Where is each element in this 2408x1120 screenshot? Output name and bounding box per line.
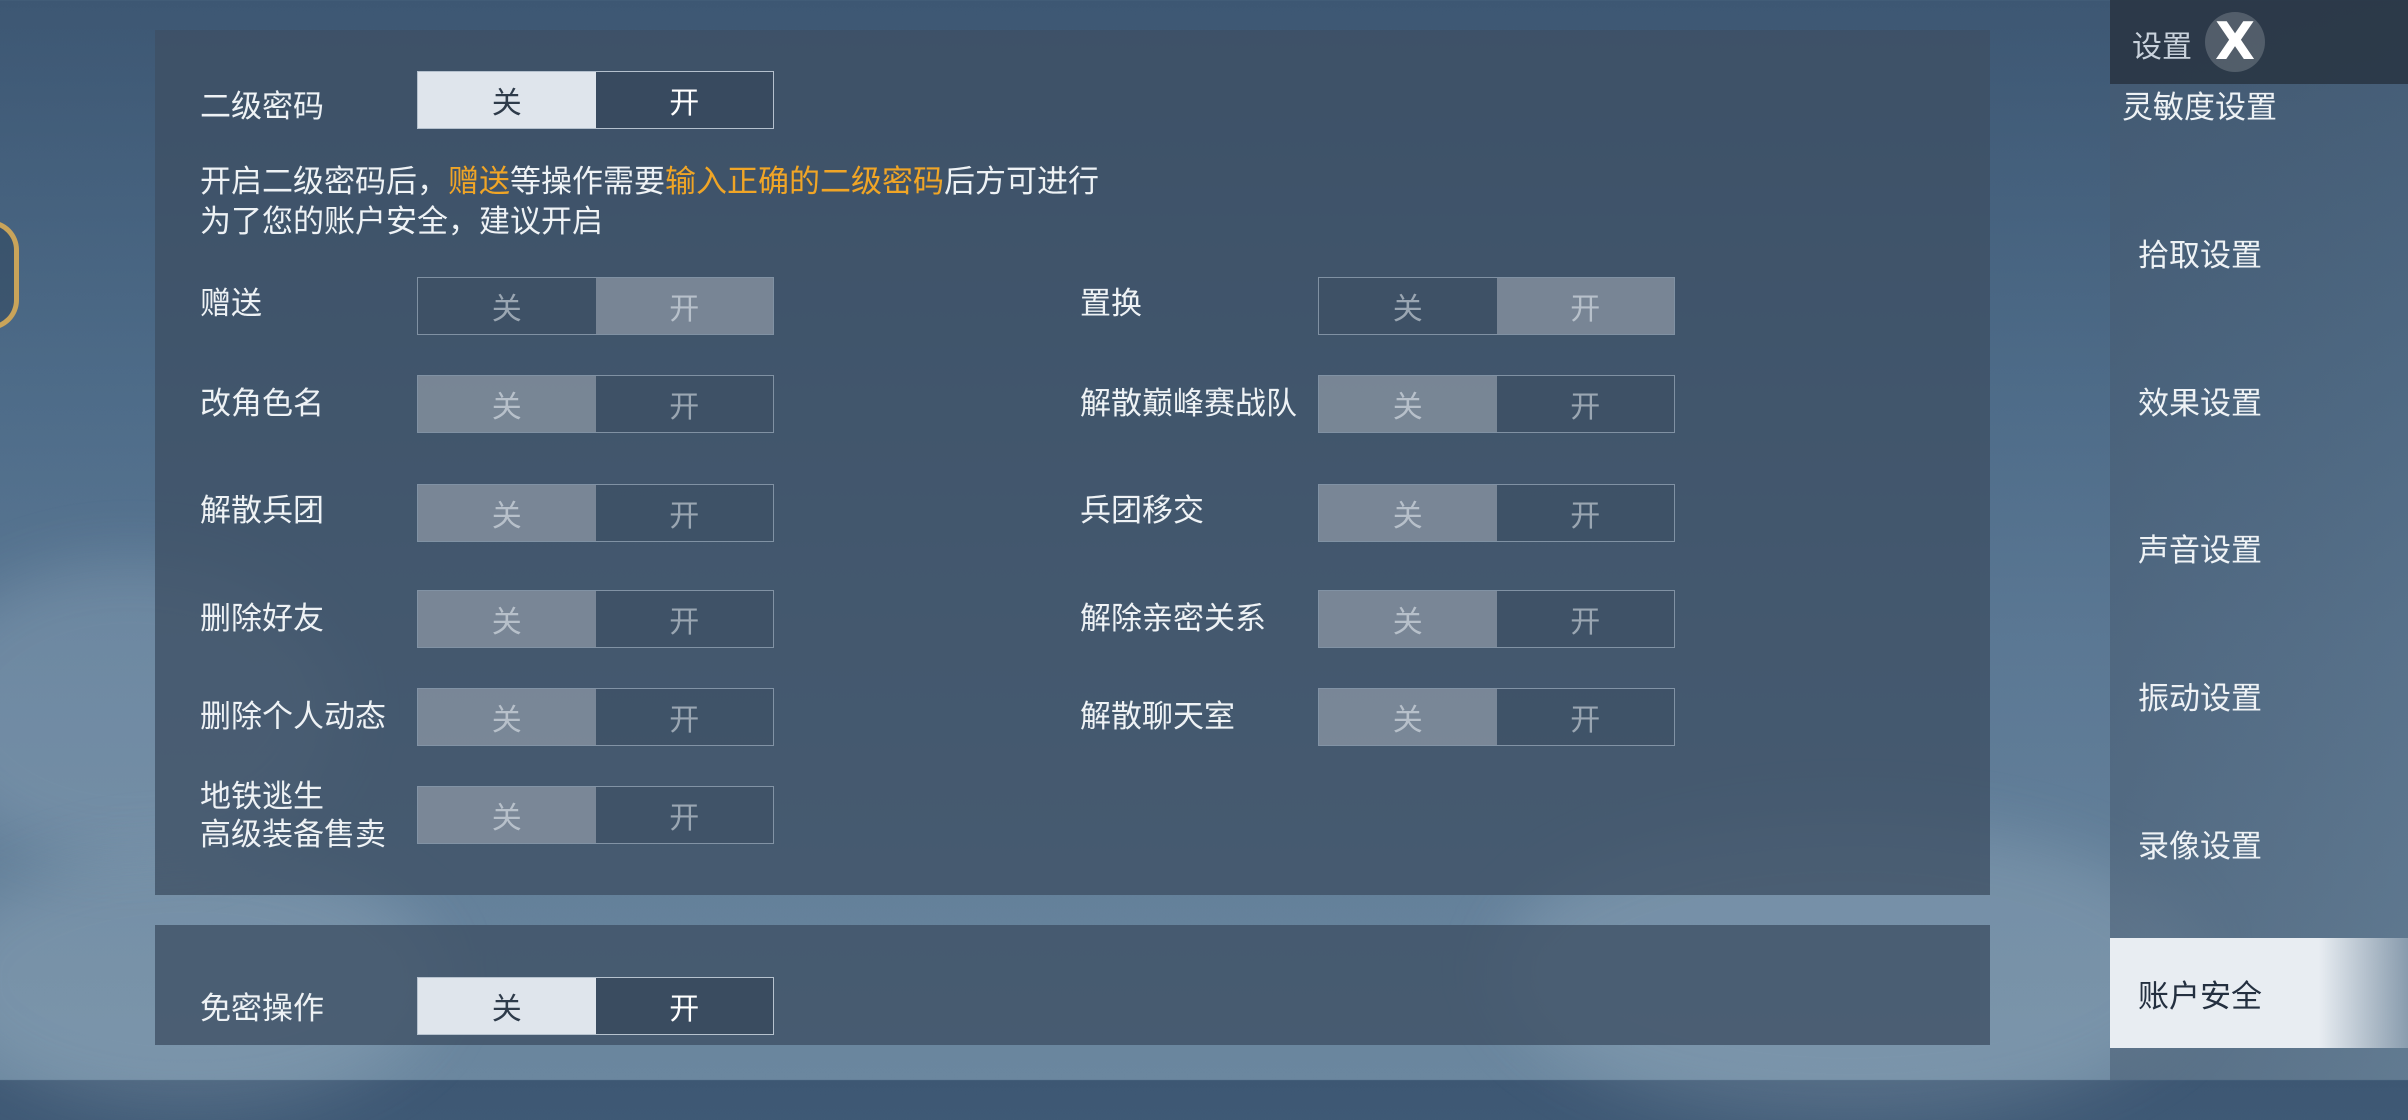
secondary-password-label: 二级密码 [200, 89, 324, 125]
toggle-off-option[interactable]: 关 [1319, 689, 1497, 745]
security-settings-panel [155, 30, 1990, 895]
toggle-on-option[interactable]: 开 [595, 376, 773, 432]
option-label-transfer-legion: 兵团移交 [1080, 493, 1204, 529]
option-toggle-disband-team[interactable]: 关 开 [1318, 375, 1675, 433]
toggle-on-option[interactable]: 开 [1496, 278, 1674, 334]
option-label-gift: 赠送 [200, 286, 262, 322]
sidebar-item-label: 账户安全 [2138, 978, 2262, 1015]
toggle-off-option[interactable]: 关 [418, 978, 596, 1034]
password-free-toggle[interactable]: 关 开 [417, 977, 774, 1035]
option-label-disband-team: 解散巅峰赛战队 [1080, 386, 1297, 422]
toggle-on-option[interactable]: 开 [595, 978, 773, 1034]
option-label-metro-sale: 地铁逃生 高级装备售卖 [200, 779, 386, 853]
option-toggle-disband-chatroom[interactable]: 关 开 [1318, 688, 1675, 746]
password-free-label: 免密操作 [200, 991, 324, 1027]
sidebar-item-label: 拾取设置 [2138, 237, 2262, 274]
toggle-on-option[interactable]: 开 [595, 485, 773, 541]
toggle-off-option[interactable]: 关 [1319, 376, 1497, 432]
toggle-on-option[interactable]: 开 [595, 278, 773, 334]
option-toggle-rename[interactable]: 关 开 [417, 375, 774, 433]
toggle-off-option[interactable]: 关 [418, 278, 596, 334]
sidebar-item-account-security[interactable]: 账户安全 [2110, 938, 2408, 1048]
option-label-exchange: 置换 [1080, 286, 1142, 322]
toggle-on-option[interactable]: 开 [595, 72, 773, 128]
toggle-off-option[interactable]: 关 [418, 485, 596, 541]
option-toggle-disband-legion[interactable]: 关 开 [417, 484, 774, 542]
option-toggle-gift[interactable]: 关 开 [417, 277, 774, 335]
toggle-on-option[interactable]: 开 [1496, 591, 1674, 647]
toggle-on-option[interactable]: 开 [1496, 376, 1674, 432]
sidebar-item-pickup[interactable]: 拾取设置 [2110, 197, 2408, 307]
sidebar-item-sound[interactable]: 声音设置 [2110, 492, 2408, 602]
toggle-off-option[interactable]: 关 [1319, 278, 1497, 334]
toggle-off-option[interactable]: 关 [1319, 591, 1497, 647]
toggle-on-option[interactable]: 开 [595, 787, 773, 843]
sidebar-item-vibration[interactable]: 振动设置 [2110, 640, 2408, 750]
toggle-off-option[interactable]: 关 [418, 591, 596, 647]
sidebar-item-label: 振动设置 [2138, 680, 2262, 717]
sidebar-item-effects[interactable]: 效果设置 [2110, 345, 2408, 455]
option-toggle-metro-sale[interactable]: 关 开 [417, 786, 774, 844]
secondary-password-toggle[interactable]: 关 开 [417, 71, 774, 129]
sidebar-item-label: 效果设置 [2138, 385, 2262, 422]
toggle-off-option[interactable]: 关 [418, 376, 596, 432]
toggle-off-option[interactable]: 关 [418, 787, 596, 843]
option-toggle-transfer-legion[interactable]: 关 开 [1318, 484, 1675, 542]
emblem-icon [0, 220, 19, 330]
sidebar-item-label: 声音设置 [2138, 532, 2262, 569]
option-label-disband-legion: 解散兵团 [200, 493, 324, 529]
option-label-remove-intimacy: 解除亲密关系 [1080, 601, 1266, 637]
toggle-off-option[interactable]: 关 [418, 689, 596, 745]
option-toggle-delete-friend[interactable]: 关 开 [417, 590, 774, 648]
sidebar-item-recording[interactable]: 录像设置 [2110, 788, 2408, 898]
toggle-off-option[interactable]: 关 [418, 72, 596, 128]
option-label-disband-chatroom: 解散聊天室 [1080, 699, 1235, 735]
option-label-delete-friend: 删除好友 [200, 601, 324, 637]
option-label-delete-post: 删除个人动态 [200, 699, 386, 735]
toggle-off-option[interactable]: 关 [1319, 485, 1497, 541]
secondary-password-description: 开启二级密码后，赠送等操作需要输入正确的二级密码后方可进行 为了您的账户安全，建… [200, 164, 1099, 240]
toggle-on-option[interactable]: 开 [595, 689, 773, 745]
sidebar-item-label: 录像设置 [2138, 828, 2262, 865]
toggle-on-option[interactable]: 开 [1496, 689, 1674, 745]
toggle-on-option[interactable]: 开 [595, 591, 773, 647]
sidebar-item-label: 灵敏度设置 [2122, 90, 2277, 126]
sidebar-item-sensitivity[interactable]: 灵敏度设置 [2110, 52, 2408, 160]
option-label-rename: 改角色名 [200, 386, 324, 422]
option-toggle-remove-intimacy[interactable]: 关 开 [1318, 590, 1675, 648]
option-toggle-exchange[interactable]: 关 开 [1318, 277, 1675, 335]
toggle-on-option[interactable]: 开 [1496, 485, 1674, 541]
option-toggle-delete-post[interactable]: 关 开 [417, 688, 774, 746]
